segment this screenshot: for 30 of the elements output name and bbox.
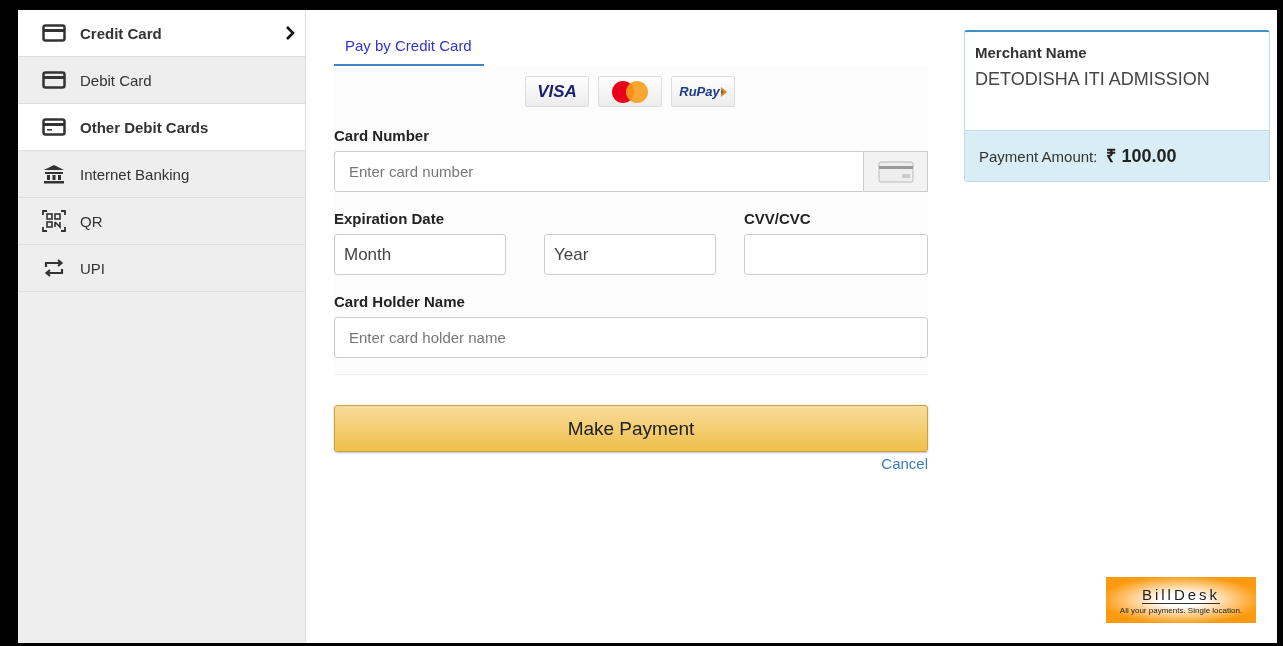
sidebar-item[interactable]: Other Debit Cards xyxy=(18,104,305,151)
card-number-field[interactable]: Enter card number xyxy=(334,151,864,192)
card-holder-field[interactable]: Enter card holder name xyxy=(334,317,928,358)
merchant-name: DETODISHA ITI ADMISSION xyxy=(975,69,1211,90)
amount-label: Payment Amount: xyxy=(979,148,1098,165)
billdesk-logo: BillDesk All your payments. Single location. xyxy=(1106,577,1256,623)
sidebar-item[interactable]: Internet Banking xyxy=(18,151,305,198)
card-icon xyxy=(42,118,66,136)
field-label: Card Number xyxy=(334,127,431,144)
field-label: Expiration Date xyxy=(334,210,446,227)
year-select[interactable]: Year xyxy=(544,234,716,275)
bank-icon xyxy=(42,164,66,184)
card-icon xyxy=(42,24,66,42)
cancel-link[interactable]: Cancel xyxy=(881,455,928,472)
sidebar-item[interactable]: Credit Card xyxy=(18,10,305,57)
amount-value: ₹ 100.00 xyxy=(1106,145,1177,167)
sidebar-item[interactable]: QR xyxy=(18,198,305,245)
rupay-logo: RuPay xyxy=(671,76,735,107)
field-label: CVV/CVC xyxy=(744,210,812,227)
qr-icon xyxy=(42,210,66,232)
make-payment-button[interactable]: Make Payment xyxy=(334,405,928,452)
sidebar-item[interactable]: UPI xyxy=(18,245,305,292)
visa-logo: VISA xyxy=(525,76,589,107)
field-label: Card Holder Name xyxy=(334,293,466,310)
merchant-label: Merchant Name xyxy=(975,44,1088,61)
repeat-icon xyxy=(42,258,66,278)
card-icon xyxy=(42,71,66,89)
cvv-field[interactable] xyxy=(744,234,928,275)
mastercard-logo xyxy=(598,76,662,107)
month-select[interactable]: Month xyxy=(334,234,506,275)
